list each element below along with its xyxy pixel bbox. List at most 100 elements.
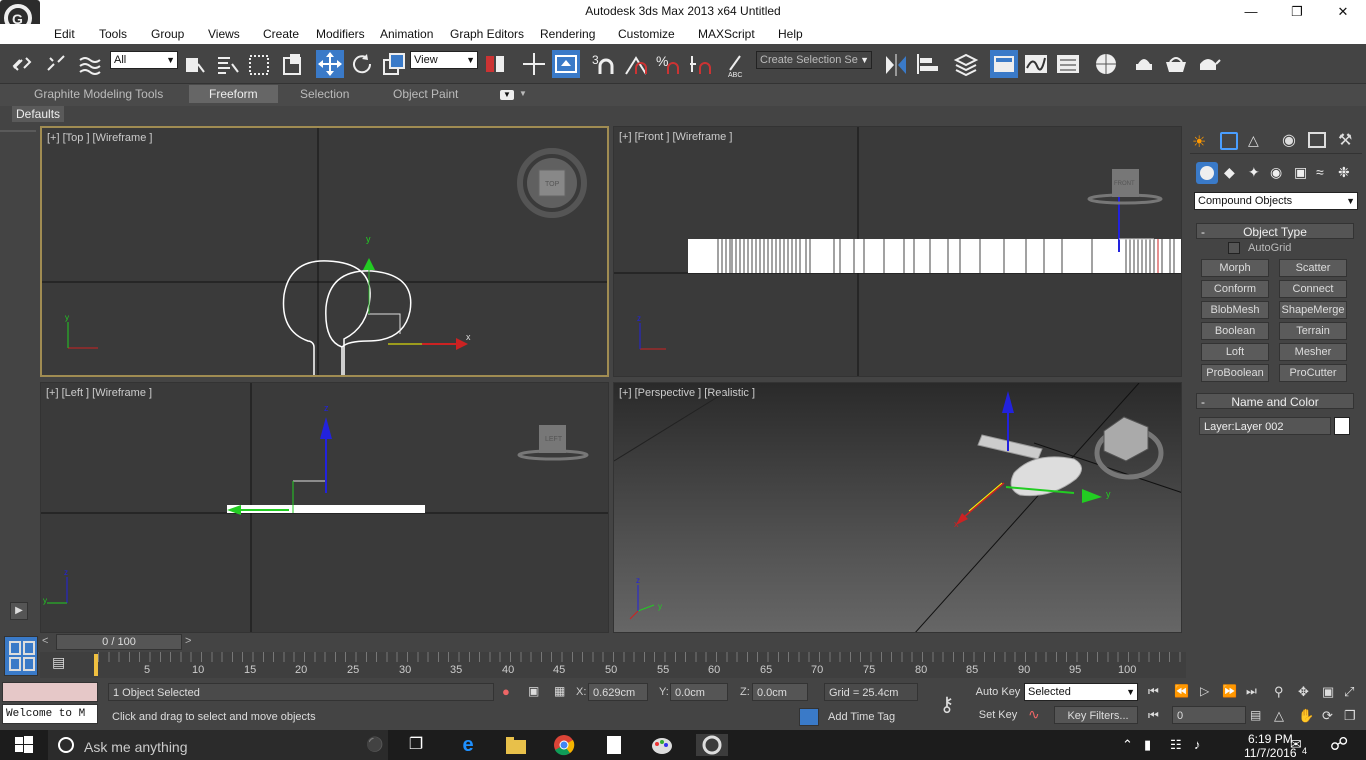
select-and-move-icon[interactable] xyxy=(316,50,344,78)
display-tab-icon[interactable] xyxy=(1308,132,1326,148)
curve-editor-icon[interactable] xyxy=(1022,50,1050,78)
volume-icon[interactable]: ♪ xyxy=(1194,737,1201,752)
task-view-icon[interactable]: ❐ xyxy=(404,734,428,756)
rectangular-selection-icon[interactable] xyxy=(246,50,274,78)
curve-editor-mini-icon[interactable]: ▤ xyxy=(52,654,65,671)
viewcube-label[interactable]: TOP xyxy=(545,181,560,188)
utilities-tab-icon[interactable]: ⚒ xyxy=(1338,130,1352,150)
spacewarps-icon[interactable]: ≈ xyxy=(1316,164,1324,180)
cameras-icon[interactable]: ◉ xyxy=(1270,164,1282,181)
viewport-left[interactable]: [+] [Left ] [Wireframe ] z z y LEFT xyxy=(40,382,609,633)
close-button[interactable]: ✕ xyxy=(1320,0,1366,24)
time-configuration-icon[interactable]: ▤ xyxy=(1250,708,1261,722)
selection-filter-dropdown[interactable]: All ▼ xyxy=(110,51,178,69)
action-center-icon[interactable]: ✉ xyxy=(1290,736,1302,753)
file-explorer-icon[interactable] xyxy=(504,734,528,756)
menu-group[interactable]: Group xyxy=(151,27,184,41)
maximize-button[interactable]: ❐ xyxy=(1274,0,1320,24)
material-editor-icon[interactable] xyxy=(1092,50,1120,78)
scatter-button[interactable]: Scatter xyxy=(1279,259,1347,277)
category-dropdown[interactable]: Compound Objects ▼ xyxy=(1194,192,1358,210)
menu-graph-editors[interactable]: Graph Editors xyxy=(450,27,524,41)
menu-customize[interactable]: Customize xyxy=(618,27,675,41)
set-keys-icon[interactable]: ⚷ xyxy=(928,686,966,724)
maximize-viewport-icon[interactable]: ❐ xyxy=(1344,708,1356,724)
play-icon[interactable]: ▷ xyxy=(1200,684,1209,698)
internet-explorer-icon[interactable]: e xyxy=(456,734,480,756)
percent-snap-icon[interactable]: % xyxy=(654,50,682,78)
spinner-snap-icon[interactable] xyxy=(686,50,714,78)
connect-button[interactable]: Connect xyxy=(1279,280,1347,298)
x-coordinate-field[interactable]: 0.629cm xyxy=(588,683,648,701)
menu-animation[interactable]: Animation xyxy=(380,27,433,41)
snaps-toggle-icon[interactable]: 3 xyxy=(590,50,618,78)
time-slider-prev[interactable]: < xyxy=(42,635,48,647)
zoom-all-icon[interactable]: ✥ xyxy=(1298,684,1309,700)
menu-help[interactable]: Help xyxy=(778,27,803,41)
menu-edit[interactable]: Edit xyxy=(54,27,75,41)
auto-key-button[interactable]: Auto Key xyxy=(970,683,1022,701)
systems-icon[interactable]: ❉ xyxy=(1338,164,1350,181)
key-filters-button[interactable]: Key Filters... xyxy=(1054,706,1138,724)
menu-create[interactable]: Create xyxy=(263,27,299,41)
3dsmax-taskbar-icon[interactable] xyxy=(696,734,728,756)
morph-button[interactable]: Morph xyxy=(1201,259,1269,277)
helpers-icon[interactable]: ▣ xyxy=(1294,164,1307,181)
isolate-selection-icon[interactable]: ● xyxy=(502,684,510,699)
next-frame-icon[interactable]: ⏩ xyxy=(1222,684,1237,698)
orbit-icon[interactable]: ⟳ xyxy=(1322,708,1333,724)
clock-time[interactable]: 6:19 PM xyxy=(1248,732,1293,746)
go-to-end-icon[interactable]: ⏭ xyxy=(1246,684,1257,699)
select-by-name-icon[interactable] xyxy=(214,50,242,78)
proboolean-button[interactable]: ProBoolean xyxy=(1201,364,1269,382)
zoom-extents-icon[interactable]: ▣ xyxy=(1322,684,1334,700)
name-color-rollout-header[interactable]: - Name and Color xyxy=(1196,393,1354,409)
select-object-icon[interactable] xyxy=(182,50,210,78)
lights-icon[interactable]: ✦ xyxy=(1248,164,1260,181)
expand-panel-button[interactable]: ▶ xyxy=(10,602,28,620)
create-tab-icon[interactable]: ☀ xyxy=(1192,132,1206,152)
schematic-view-icon[interactable] xyxy=(1054,50,1082,78)
select-and-rotate-icon[interactable] xyxy=(348,50,376,78)
blobmesh-button[interactable]: BlobMesh xyxy=(1201,301,1269,319)
power-icon[interactable]: ▮ xyxy=(1144,737,1151,753)
maxscript-listener-input[interactable]: Welcome to M xyxy=(2,704,98,724)
viewport-top[interactable]: [+] [Top ] [Wireframe ] x y y TOP xyxy=(40,126,609,377)
render-setup-icon[interactable] xyxy=(1130,50,1158,78)
object-type-rollout-header[interactable]: - Object Type xyxy=(1196,223,1354,239)
time-slider[interactable]: < 0 / 100 > xyxy=(40,634,1186,652)
ribbon-options-icon[interactable]: ▼ xyxy=(500,90,514,100)
z-coordinate-field[interactable]: 0.0cm xyxy=(752,683,808,701)
manipulate-icon[interactable] xyxy=(520,50,548,78)
graphite-toggle-icon[interactable] xyxy=(990,50,1018,78)
keyboard-shortcut-override-icon[interactable] xyxy=(552,50,580,78)
track-bar[interactable]: ▤ 5 10 15 20 25 30 35 40 45 50 55 60 65 … xyxy=(40,652,1188,678)
wifi-icon[interactable]: ☷ xyxy=(1170,737,1182,753)
field-of-view-icon[interactable]: △ xyxy=(1274,708,1284,724)
modify-tab-icon[interactable] xyxy=(1220,132,1238,150)
minimize-button[interactable]: — xyxy=(1228,0,1274,24)
mesher-button[interactable]: Mesher xyxy=(1279,343,1347,361)
motion-tab-icon[interactable]: ◉ xyxy=(1282,130,1296,150)
key-mode-dropdown[interactable]: Selected ▼ xyxy=(1024,683,1138,701)
viewport-perspective[interactable]: [+] [Perspective ] [Realistic ] y x z y xyxy=(613,382,1182,633)
shapemerge-button[interactable]: ShapeMerge xyxy=(1279,301,1347,319)
pivot-center-icon[interactable] xyxy=(482,50,510,78)
y-coordinate-field[interactable]: 0.0cm xyxy=(670,683,728,701)
time-tag-icon[interactable] xyxy=(799,708,819,726)
window-crossing-icon[interactable] xyxy=(278,50,306,78)
cortana-search-box[interactable]: Ask me anything ⚫ xyxy=(48,730,388,760)
add-time-tag[interactable]: Add Time Tag xyxy=(824,708,918,726)
edit-named-selection-icon[interactable]: ABC xyxy=(722,50,750,79)
defaults-label[interactable]: Defaults xyxy=(12,106,64,122)
menu-modifiers[interactable]: Modifiers xyxy=(316,27,365,41)
terrain-button[interactable]: Terrain xyxy=(1279,322,1347,340)
key-tangent-icon[interactable]: ∿ xyxy=(1028,706,1040,723)
zoom-icon[interactable]: ⚲ xyxy=(1274,684,1284,700)
boolean-button[interactable]: Boolean xyxy=(1201,322,1269,340)
set-key-button[interactable]: Set Key xyxy=(970,706,1022,724)
shapes-icon[interactable]: ◆ xyxy=(1224,164,1235,181)
object-name-field[interactable]: Layer:Layer 002 xyxy=(1199,417,1331,435)
document-icon[interactable] xyxy=(602,734,626,756)
paint-icon[interactable] xyxy=(650,734,674,756)
